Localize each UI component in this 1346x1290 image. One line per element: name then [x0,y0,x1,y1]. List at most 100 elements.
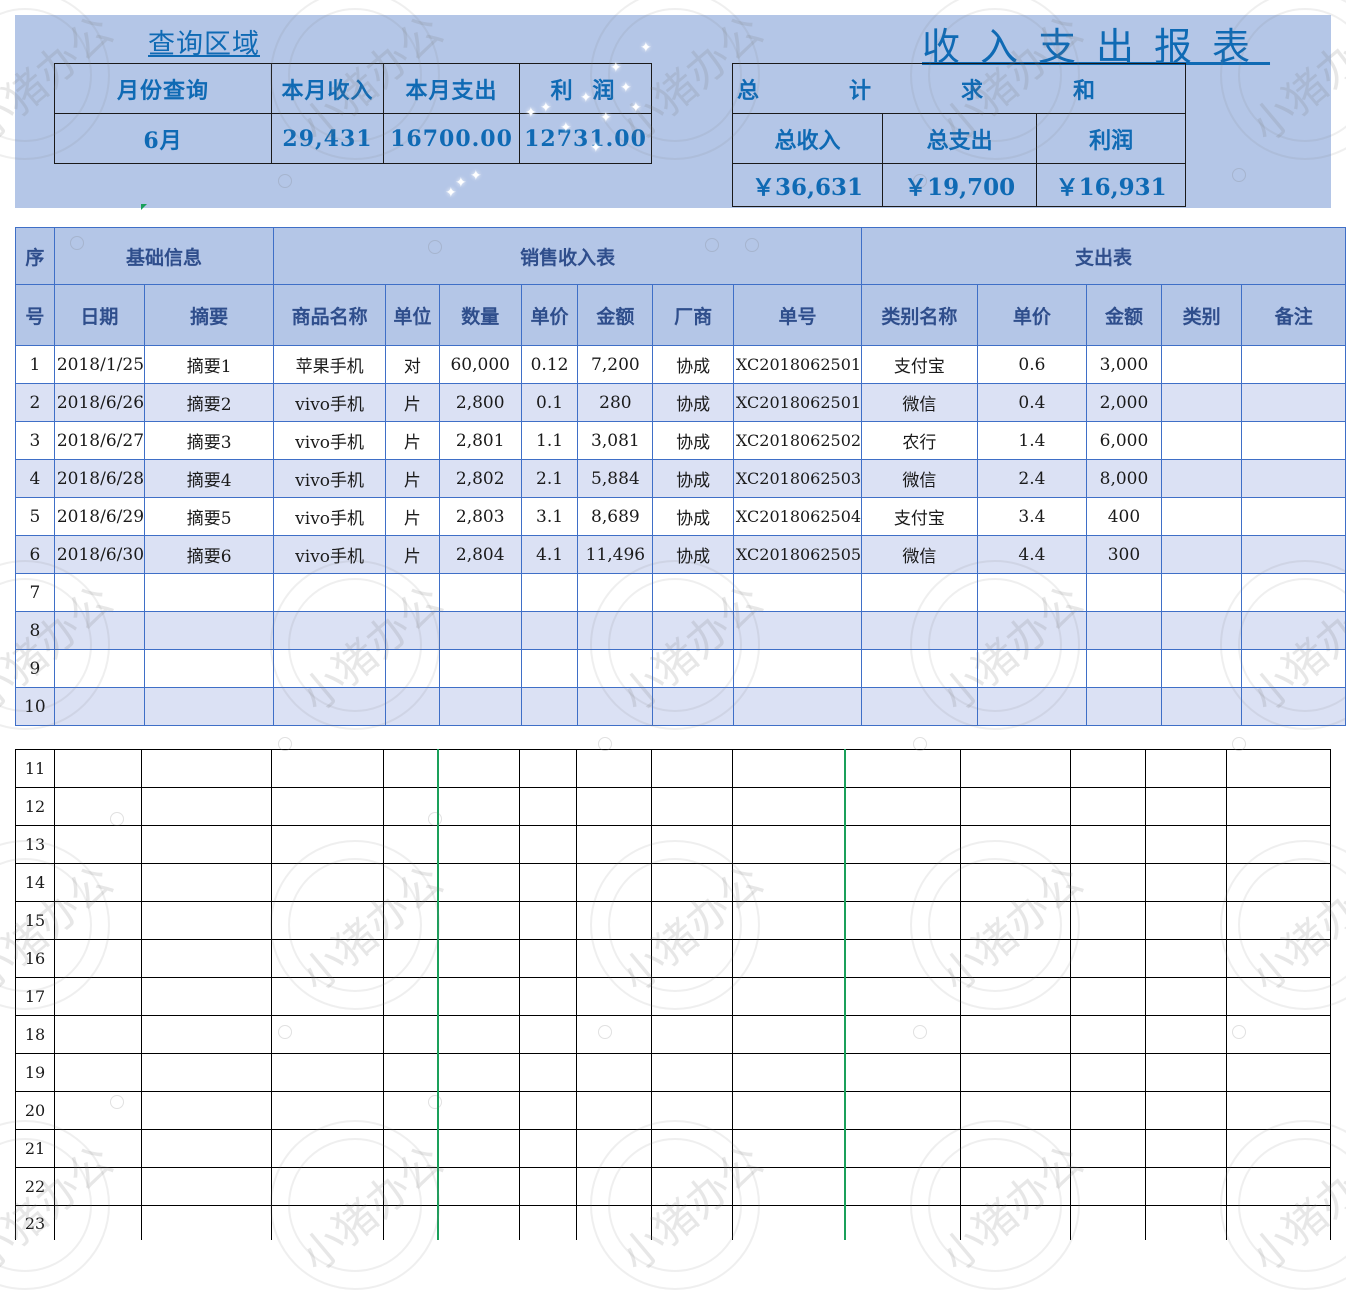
table-cell[interactable] [438,649,522,688]
table-cell[interactable] [519,1205,577,1240]
table-cell[interactable] [651,939,733,978]
table-cell[interactable]: 3.4 [976,497,1088,536]
row-number-cell[interactable]: 10 [15,687,55,726]
table-cell[interactable] [519,1167,577,1206]
table-cell[interactable] [960,1091,1071,1130]
table-cell[interactable] [1241,383,1346,422]
table-cell[interactable] [960,1015,1071,1054]
table-cell[interactable] [1086,573,1162,612]
table-cell[interactable] [54,1129,142,1168]
table-cell[interactable] [383,1015,438,1054]
table-cell[interactable] [576,749,652,788]
table-cell[interactable] [976,573,1088,612]
table-cell[interactable]: 8,000 [1086,459,1162,498]
table-cell[interactable] [732,939,845,978]
table-cell[interactable] [1241,459,1346,498]
table-cell[interactable] [861,611,978,650]
table-cell[interactable] [144,687,275,726]
table-cell[interactable] [383,1205,438,1240]
table-cell[interactable] [732,1015,845,1054]
table-cell[interactable] [271,863,384,902]
table-cell[interactable]: 协成 [652,459,734,498]
table-cell[interactable] [732,1053,845,1092]
table-cell[interactable] [1145,787,1227,826]
table-cell[interactable] [1160,649,1243,688]
table-cell[interactable] [519,1091,577,1130]
total-expense-value[interactable]: ￥19,700 [882,163,1038,207]
table-cell[interactable] [519,1053,577,1092]
header-expense[interactable]: 支出表 [861,227,1346,285]
table-cell[interactable]: 0.1 [520,383,579,422]
row-number-cell[interactable]: 19 [15,1053,55,1092]
column-header[interactable]: 单位 [384,284,440,346]
table-cell[interactable] [843,863,961,902]
table-cell[interactable] [843,901,961,940]
table-cell[interactable]: 1.1 [520,421,579,460]
table-cell[interactable]: 5,884 [577,459,654,498]
table-cell[interactable] [843,939,961,978]
table-cell[interactable] [652,687,734,726]
total-income-value[interactable]: ￥36,631 [731,163,884,207]
table-cell[interactable]: 协成 [652,535,734,574]
table-cell[interactable] [1241,649,1346,688]
table-cell[interactable] [271,977,384,1016]
table-cell[interactable] [436,977,520,1016]
table-cell[interactable] [436,787,520,826]
table-cell[interactable] [843,1167,961,1206]
table-cell[interactable]: 片 [384,459,440,498]
table-cell[interactable] [519,863,577,902]
column-header[interactable]: 类别 [1160,284,1243,346]
table-cell[interactable] [383,939,438,978]
table-cell[interactable] [1070,939,1146,978]
table-cell[interactable] [54,1205,142,1240]
table-cell[interactable] [577,687,654,726]
table-cell[interactable] [960,1053,1071,1092]
table-cell[interactable] [732,1091,845,1130]
table-cell[interactable]: 4.1 [520,535,579,574]
table-cell[interactable] [141,1129,272,1168]
table-cell[interactable] [732,825,845,864]
table-cell[interactable]: XC2018062501 [732,345,863,384]
table-cell[interactable] [843,787,961,826]
table-cell[interactable] [960,1129,1071,1168]
table-cell[interactable] [436,1053,520,1092]
table-cell[interactable] [652,649,734,688]
row-number-cell[interactable]: 6 [15,535,55,574]
table-cell[interactable] [651,977,733,1016]
table-cell[interactable] [651,1053,733,1092]
table-cell[interactable] [576,1205,652,1240]
table-cell[interactable] [861,687,978,726]
column-header[interactable]: 类别名称 [861,284,978,346]
table-cell[interactable] [1241,573,1346,612]
table-cell[interactable] [436,939,520,978]
row-number-cell[interactable]: 3 [15,421,55,460]
table-cell[interactable] [732,1167,845,1206]
table-cell[interactable] [651,1205,733,1240]
table-cell[interactable] [271,1205,384,1240]
header-basic-info[interactable]: 基础信息 [53,227,275,285]
row-number-cell[interactable]: 11 [15,749,55,788]
table-cell[interactable] [520,573,579,612]
table-cell[interactable]: XC2018062501 [732,383,863,422]
row-number-cell[interactable]: 12 [15,787,55,826]
table-cell[interactable] [54,863,142,902]
table-cell[interactable]: 2,801 [438,421,522,460]
table-cell[interactable] [383,749,438,788]
table-cell[interactable] [53,573,146,612]
table-cell[interactable]: 0.6 [976,345,1088,384]
table-cell[interactable] [53,611,146,650]
table-cell[interactable] [960,939,1071,978]
column-header[interactable]: 号 [15,284,55,346]
table-cell[interactable] [520,611,579,650]
table-cell[interactable]: 摘要3 [144,421,275,460]
row-number-cell[interactable]: 16 [15,939,55,978]
table-cell[interactable] [519,977,577,1016]
row-number-cell[interactable]: 15 [15,901,55,940]
table-cell[interactable] [1145,1053,1227,1092]
table-cell[interactable] [519,939,577,978]
table-cell[interactable] [960,1205,1071,1240]
column-header[interactable]: 单价 [520,284,579,346]
table-cell[interactable]: 2,800 [438,383,522,422]
table-cell[interactable] [383,825,438,864]
table-cell[interactable] [271,1129,384,1168]
